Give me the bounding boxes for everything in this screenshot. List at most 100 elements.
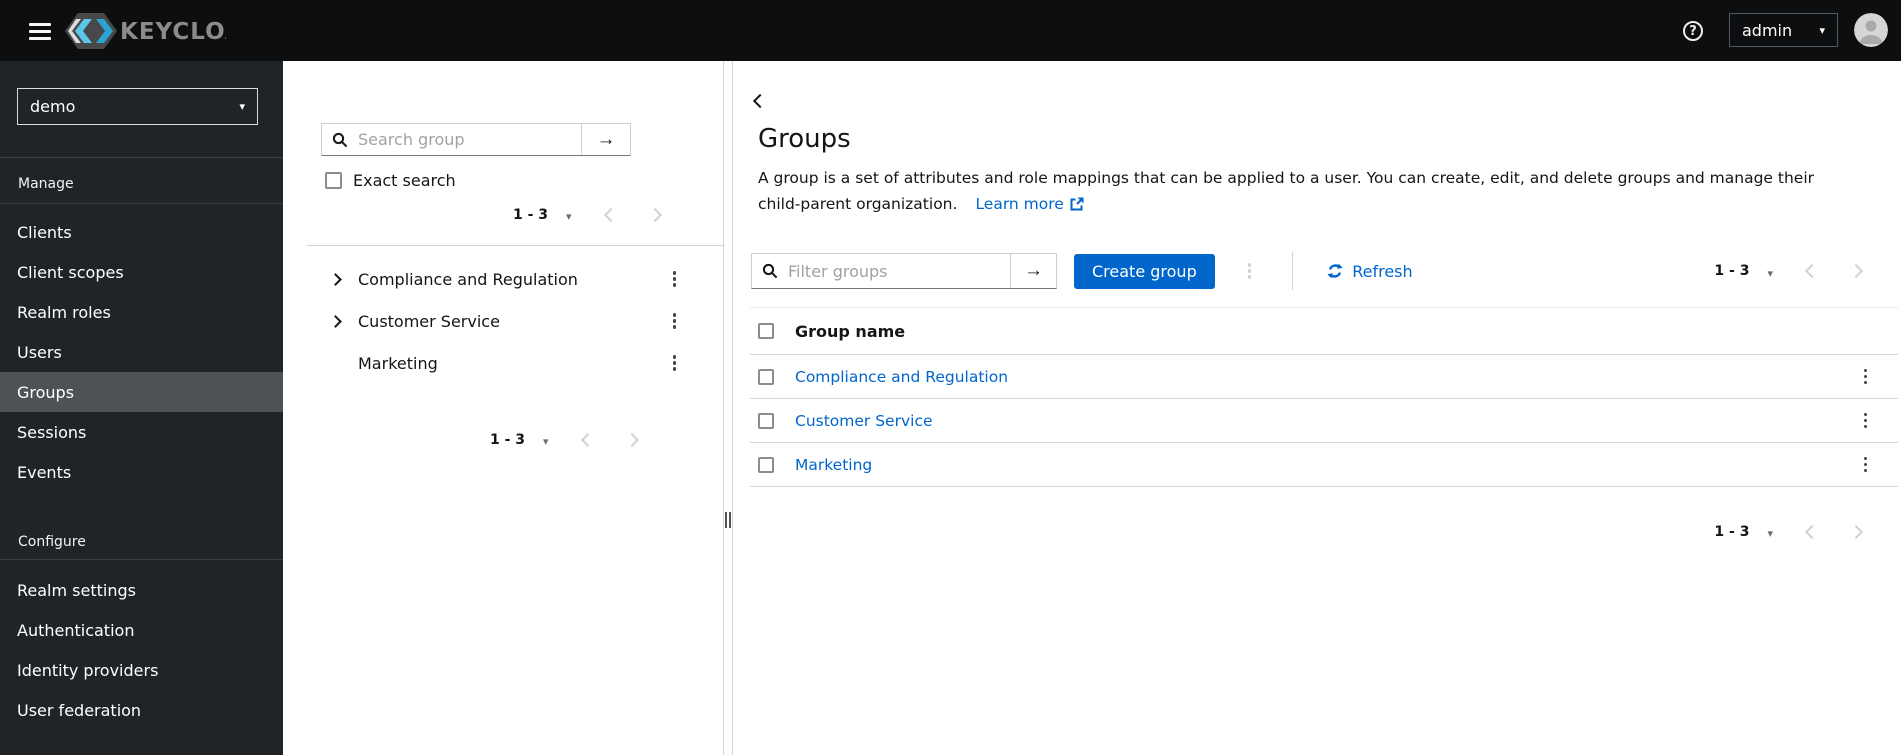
chevron-right-icon	[1848, 263, 1864, 279]
avatar-icon	[1854, 13, 1888, 47]
sidebar-item-user-federation[interactable]: User federation	[0, 690, 283, 730]
external-link-icon	[1070, 197, 1084, 211]
nav-section-configure: Configure	[18, 534, 86, 550]
tree-pagination-bottom: 1 - 3 ▾	[490, 430, 639, 449]
select-all-checkbox[interactable]	[758, 323, 774, 339]
previous-page-button[interactable]	[1804, 524, 1820, 539]
exact-search-label: Exact search	[353, 171, 456, 190]
previous-page-button[interactable]	[1804, 263, 1820, 279]
chevron-right-icon	[1848, 524, 1864, 539]
chevron-down-icon: ▾	[1819, 23, 1825, 37]
next-page-button[interactable]	[624, 432, 639, 447]
table-row: Compliance and Regulation	[750, 355, 1898, 399]
next-page-button[interactable]	[647, 207, 662, 222]
tree-item-marketing[interactable]: Marketing	[283, 342, 723, 384]
refresh-icon	[1327, 263, 1343, 279]
realm-selector-dropdown[interactable]: demo ▾	[17, 88, 258, 125]
chevron-left-icon	[603, 207, 618, 222]
table-pagination-top: 1 - 3 ▾	[1714, 262, 1864, 281]
expand-chevron-icon[interactable]	[329, 272, 342, 286]
groups-toolbar: → Create group Refresh 1 - 3 ▾	[751, 252, 1864, 290]
panel-resize-handle[interactable]	[723, 61, 733, 755]
row-checkbox[interactable]	[758, 368, 774, 385]
sidebar-item-authentication[interactable]: Authentication	[0, 610, 283, 650]
sidebar-item-sessions[interactable]: Sessions	[0, 412, 283, 452]
group-name-link[interactable]: Marketing	[795, 456, 872, 474]
row-checkbox[interactable]	[758, 412, 774, 429]
divider	[0, 559, 283, 560]
row-kebab-button[interactable]	[1859, 453, 1873, 477]
per-page-dropdown[interactable]: ▾	[566, 205, 572, 224]
realm-selector-value: demo	[30, 97, 76, 116]
tree-item-compliance-and-regulation[interactable]: Compliance and Regulation	[283, 258, 723, 300]
column-header-group-name: Group name	[795, 321, 906, 341]
chevron-down-icon: ▾	[1767, 527, 1773, 540]
filter-groups-box: →	[751, 253, 1057, 289]
pagination-range: 1 - 3	[490, 431, 526, 448]
row-kebab-button[interactable]	[1859, 365, 1873, 389]
sidebar-item-client-scopes[interactable]: Client scopes	[0, 252, 283, 292]
tree-item-customer-service[interactable]: Customer Service	[283, 300, 723, 342]
kebab-menu-button[interactable]	[668, 309, 682, 333]
pagination-range: 1 - 3	[1714, 263, 1750, 279]
kebab-menu-button[interactable]	[668, 267, 682, 291]
groups-page: Groups A group is a set of attributes an…	[733, 61, 1901, 755]
previous-page-button[interactable]	[580, 432, 595, 447]
table-row: Marketing	[750, 443, 1898, 487]
sidebar-item-clients[interactable]: Clients	[0, 212, 283, 252]
row-kebab-button[interactable]	[1859, 409, 1873, 433]
page-title: Groups	[758, 124, 851, 154]
group-search-submit-button[interactable]: →	[582, 124, 630, 155]
chevron-left-icon	[1804, 263, 1820, 279]
group-name-link[interactable]: Compliance and Regulation	[795, 368, 1008, 386]
sidebar-item-realm-roles[interactable]: Realm roles	[0, 292, 283, 332]
pagination-range: 1 - 3	[1714, 523, 1750, 540]
sidebar-item-users[interactable]: Users	[0, 332, 283, 372]
kebab-menu-button[interactable]	[668, 351, 682, 375]
groups-table: Group name Compliance and Regulation Cus…	[750, 307, 1898, 487]
divider	[0, 203, 283, 204]
filter-groups-input[interactable]	[786, 260, 1010, 282]
nav-section-manage: Manage	[18, 176, 74, 192]
avatar[interactable]	[1854, 13, 1888, 47]
arrow-right-icon: →	[1024, 260, 1043, 281]
chevron-down-icon: ▾	[239, 100, 245, 113]
sidebar-item-realm-settings[interactable]: Realm settings	[0, 570, 283, 610]
exact-search-checkbox[interactable]	[325, 172, 342, 189]
filter-submit-button[interactable]: →	[1011, 254, 1056, 288]
group-name-link[interactable]: Customer Service	[795, 412, 933, 430]
nav-toggle-button[interactable]	[29, 23, 51, 44]
collapse-tree-button[interactable]	[752, 89, 768, 112]
question-icon: ?	[1689, 23, 1697, 39]
keycloak-logo[interactable]: KEYCLOAK	[64, 10, 262, 56]
per-page-dropdown[interactable]: ▾	[1767, 522, 1773, 541]
user-menu-dropdown[interactable]: admin ▾	[1729, 13, 1838, 47]
arrow-right-icon: →	[596, 128, 616, 150]
sidebar-item-identity-providers[interactable]: Identity providers	[0, 650, 283, 690]
toolbar-kebab-button[interactable]	[1243, 259, 1257, 283]
expand-chevron-icon[interactable]	[329, 314, 342, 328]
group-search-input[interactable]	[356, 129, 581, 150]
refresh-button[interactable]: Refresh	[1327, 262, 1413, 281]
learn-more-link[interactable]: Learn more	[975, 191, 1084, 217]
table-pagination-bottom: 1 - 3 ▾	[1714, 522, 1864, 541]
divider	[307, 245, 723, 246]
table-header-row: Group name	[750, 307, 1898, 355]
next-page-button[interactable]	[1848, 524, 1864, 539]
previous-page-button[interactable]	[603, 207, 618, 222]
sidebar-item-groups[interactable]: Groups	[0, 372, 283, 412]
next-page-button[interactable]	[1848, 263, 1864, 279]
row-checkbox[interactable]	[758, 456, 774, 473]
chevron-down-icon: ▾	[543, 435, 549, 448]
create-group-button[interactable]: Create group	[1074, 253, 1215, 289]
chevron-right-icon	[647, 207, 662, 222]
sidebar-item-events[interactable]: Events	[0, 452, 283, 492]
grip-icon	[725, 512, 731, 528]
per-page-dropdown[interactable]: ▾	[1767, 262, 1773, 281]
help-button[interactable]: ?	[1683, 21, 1703, 41]
search-icon	[332, 132, 348, 148]
keycloak-logo-icon: KEYCLOAK	[65, 13, 262, 49]
per-page-dropdown[interactable]: ▾	[543, 430, 549, 449]
hamburger-icon	[29, 23, 51, 26]
pagination-range: 1 - 3	[513, 206, 549, 223]
